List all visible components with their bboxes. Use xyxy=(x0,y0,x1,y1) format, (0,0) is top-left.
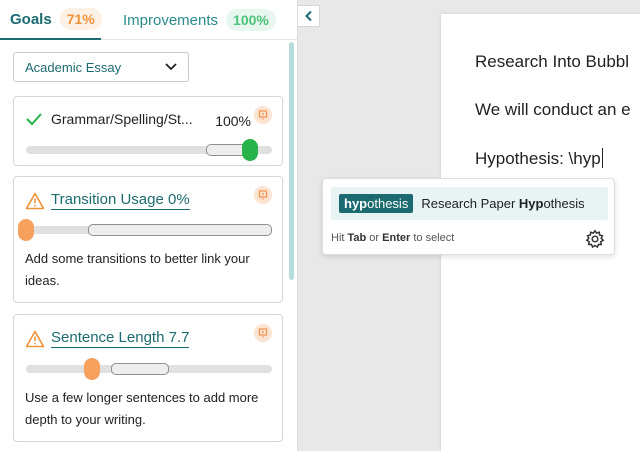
goal-target-range xyxy=(88,224,272,236)
hint-key-tab: Tab xyxy=(347,232,367,244)
document-type-dropdown[interactable]: Academic Essay xyxy=(13,52,189,82)
text-caret xyxy=(601,148,603,168)
goal-target-range xyxy=(111,363,169,375)
select-hint: Hit Tab or Enter to select xyxy=(331,232,454,244)
snippet-name-match: Hyp xyxy=(518,196,544,211)
goal-progress-knob[interactable] xyxy=(84,358,101,380)
hint-text: Hit xyxy=(331,232,348,244)
chevron-left-icon xyxy=(304,10,312,22)
panel-scrollbar[interactable] xyxy=(289,42,294,280)
report-flag-icon[interactable] xyxy=(254,324,272,342)
document-line-text: Hypothesis: \hyp xyxy=(475,149,601,168)
goal-card-title-link[interactable]: Transition Usage 0% xyxy=(51,191,190,210)
goal-card-title: Grammar/Spelling/St... xyxy=(51,111,193,127)
goal-progress-knob[interactable] xyxy=(242,139,258,161)
checkmark-icon xyxy=(26,113,42,126)
goal-progress-track xyxy=(26,358,272,380)
tab-goals-label: Goals xyxy=(10,10,52,28)
document-line: We will conduct an e xyxy=(475,100,631,119)
snippet-name: Research Paper Hypothesis xyxy=(421,196,584,211)
snippet-shortcut-tag: hypothesis xyxy=(339,194,414,213)
warning-icon xyxy=(25,192,45,209)
tab-improvements[interactable]: Improvements 100% xyxy=(123,0,276,40)
goal-card-header: Grammar/Spelling/St... xyxy=(25,111,193,127)
goal-card-description: Use a few longer sentences to add more d… xyxy=(25,390,259,427)
goal-card-header: Sentence Length 7.7 xyxy=(25,329,190,348)
tab-improvements-label: Improvements xyxy=(123,11,219,29)
hint-text: to select xyxy=(410,232,455,244)
hint-key-enter: Enter xyxy=(382,232,411,244)
goals-panel: Goals 71% Improvements 100% Academic Ess… xyxy=(0,0,298,451)
improvements-percent-badge: 100% xyxy=(226,9,276,31)
goal-progress-track xyxy=(18,219,272,241)
document-line-current[interactable]: Hypothesis: \hyp xyxy=(475,148,603,169)
hint-text: or xyxy=(366,232,383,244)
goal-card-transition: Transition Usage 0% Add some transitions… xyxy=(13,176,283,303)
goal-card-sentence-length: Sentence Length 7.7 Use a few longer sen… xyxy=(13,314,283,442)
tab-goals[interactable]: Goals 71% xyxy=(0,0,102,40)
document-type-value: Academic Essay xyxy=(25,59,122,75)
warning-icon xyxy=(25,330,45,347)
goal-progress-track xyxy=(26,139,272,161)
goal-card-description: Add some transitions to better link your… xyxy=(25,251,250,288)
chevron-down-icon xyxy=(165,63,177,71)
goal-card-title-link[interactable]: Sentence Length 7.7 xyxy=(51,329,190,348)
collapse-panel-button[interactable] xyxy=(298,5,320,27)
goal-card-header: Transition Usage 0% xyxy=(25,191,190,210)
snippet-name-post: othesis xyxy=(543,196,585,211)
goal-card-score: 100% xyxy=(215,113,251,129)
autocomplete-suggestion[interactable]: hypothesis Research Paper Hypothesis xyxy=(331,187,608,220)
shortcut-match: hyp xyxy=(344,196,368,211)
goal-progress-knob[interactable] xyxy=(18,219,34,241)
goals-percent-badge: 71% xyxy=(59,8,102,30)
snippet-name-pre: Research Paper xyxy=(421,196,519,211)
gear-icon[interactable] xyxy=(585,229,605,249)
shortcut-rest: othesis xyxy=(367,196,409,211)
report-flag-icon[interactable] xyxy=(254,106,272,124)
document-line: Research Into Bubbl xyxy=(475,52,630,71)
goal-card-grammar: Grammar/Spelling/St... 100% xyxy=(13,96,283,166)
report-flag-icon[interactable] xyxy=(254,186,272,204)
autocomplete-popup: hypothesis Research Paper Hypothesis Hit… xyxy=(322,178,615,255)
panel-tabs: Goals 71% Improvements 100% xyxy=(0,0,297,40)
